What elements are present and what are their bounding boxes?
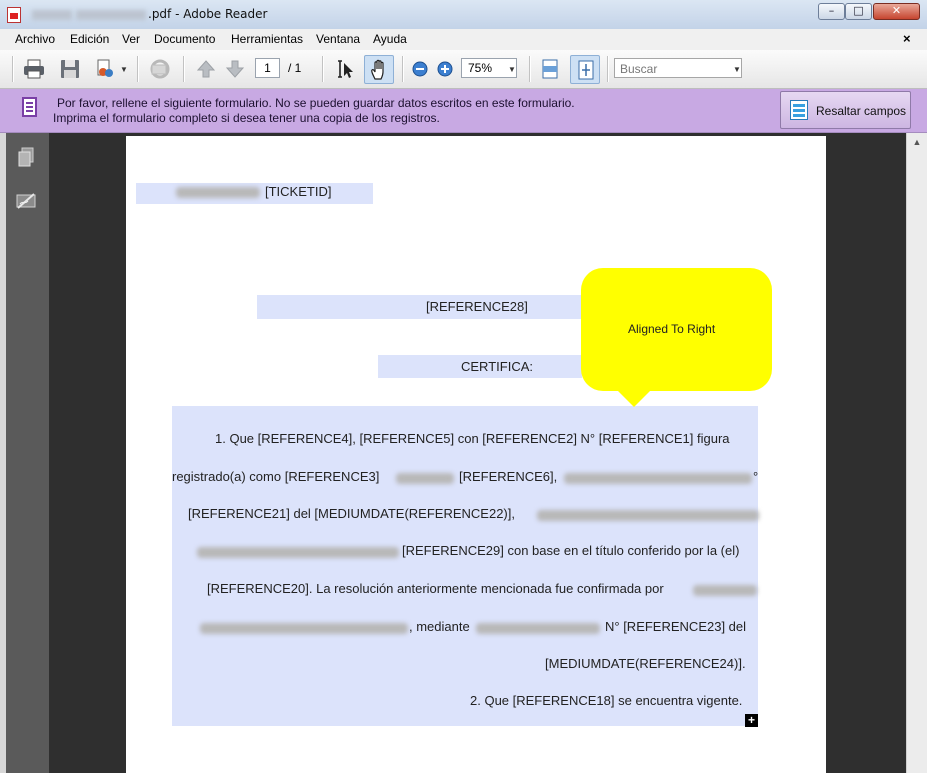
redacted-title bbox=[76, 9, 146, 20]
next-page-icon[interactable] bbox=[223, 57, 247, 81]
minimize-button[interactable]: – bbox=[818, 3, 845, 20]
toolbar-separator bbox=[529, 56, 531, 82]
field-overflow-expand-icon[interactable]: + bbox=[745, 714, 758, 727]
callout-text: Aligned To Right bbox=[628, 322, 716, 336]
toolbar-separator bbox=[322, 56, 324, 82]
save-icon[interactable] bbox=[58, 57, 82, 81]
body-line-6a: , mediante bbox=[409, 619, 470, 634]
maximize-button[interactable]: □ bbox=[845, 3, 872, 20]
body-line-5: [REFERENCE20]. La resolución anteriormen… bbox=[207, 581, 664, 596]
body-line-8: 2. Que [REFERENCE18] se encuentra vigent… bbox=[470, 693, 743, 708]
page-total: / 1 bbox=[288, 61, 302, 75]
fit-page-button[interactable] bbox=[570, 55, 600, 84]
scroll-up-arrow-icon[interactable]: ▲ bbox=[907, 137, 927, 149]
callout-pointer bbox=[617, 390, 651, 407]
certificate-body-field[interactable] bbox=[172, 406, 758, 726]
toolbar-grip bbox=[12, 56, 14, 82]
search-placeholder: Buscar bbox=[620, 62, 658, 76]
menu-ver[interactable]: Ver bbox=[122, 32, 140, 46]
toolbar: ▼ 1 / 1 75% ▼ Buscar ▼ bbox=[0, 50, 927, 89]
toolbar-separator bbox=[137, 56, 139, 82]
ticket-id-value: [TICKETID] bbox=[265, 184, 332, 199]
menu-ventana[interactable]: Ventana bbox=[316, 32, 360, 46]
body-line-7: [MEDIUMDATE(REFERENCE24)]. bbox=[545, 656, 746, 671]
previous-page-icon[interactable] bbox=[194, 57, 218, 81]
body-line-6b: N° [REFERENCE23] del bbox=[605, 619, 747, 634]
body-line-2a: registrado(a) como [REFERENCE3] bbox=[172, 469, 380, 484]
redacted-text bbox=[176, 187, 260, 198]
fit-page-icon bbox=[578, 60, 594, 80]
menu-herramientas[interactable]: Herramientas bbox=[231, 32, 303, 46]
title-bar: .pdf - Adobe Reader – □ ✕ bbox=[0, 0, 927, 30]
reference28-field[interactable] bbox=[257, 295, 582, 319]
fit-width-icon[interactable] bbox=[538, 57, 562, 81]
navigation-pane-edge bbox=[0, 133, 6, 773]
body-line-2b: [REFERENCE6], bbox=[459, 469, 558, 484]
zoom-out-icon[interactable] bbox=[412, 61, 428, 77]
highlight-fields-button[interactable]: Resaltar campos bbox=[780, 91, 911, 129]
navigation-pane bbox=[0, 133, 50, 773]
redacted-text bbox=[564, 473, 752, 484]
redacted-title bbox=[32, 9, 72, 20]
hand-tool-button[interactable] bbox=[364, 55, 394, 84]
redacted-text bbox=[396, 473, 454, 484]
vertical-scrollbar[interactable]: ▲ bbox=[906, 133, 927, 773]
menu-documento[interactable]: Documento bbox=[154, 32, 215, 46]
form-message-line1: Por favor, rellene el siguiente formular… bbox=[57, 96, 575, 110]
chevron-down-icon[interactable]: ▼ bbox=[733, 65, 741, 74]
redacted-text bbox=[537, 510, 759, 521]
email-icon bbox=[150, 59, 170, 79]
highlight-fields-label: Resaltar campos bbox=[816, 104, 907, 118]
form-message-line2: Imprima el formulario completo si desea … bbox=[53, 111, 440, 125]
toolbar-separator bbox=[183, 56, 185, 82]
redacted-text bbox=[693, 585, 757, 596]
menu-archivo[interactable]: Archivo bbox=[15, 32, 55, 46]
body-line-3: [REFERENCE21] del [MEDIUMDATE(REFERENCE2… bbox=[188, 506, 515, 521]
window-title-suffix: .pdf - Adobe Reader bbox=[148, 7, 268, 21]
menu-ayuda[interactable]: Ayuda bbox=[373, 32, 407, 46]
page-number-input[interactable]: 1 bbox=[255, 58, 280, 78]
pages-panel-icon[interactable] bbox=[15, 146, 37, 168]
form-icon bbox=[22, 97, 37, 117]
zoom-in-icon[interactable] bbox=[437, 61, 453, 77]
close-document-button[interactable]: × bbox=[903, 31, 911, 46]
close-window-button[interactable]: ✕ bbox=[873, 3, 920, 20]
chevron-down-icon[interactable]: ▼ bbox=[120, 65, 128, 74]
certifica-label: CERTIFICA: bbox=[461, 359, 533, 374]
adobe-reader-pdf-icon bbox=[7, 7, 21, 23]
redacted-text bbox=[200, 623, 408, 634]
toolbar-separator bbox=[402, 56, 404, 82]
collaborate-icon[interactable] bbox=[93, 57, 117, 81]
print-icon[interactable] bbox=[22, 57, 46, 81]
redacted-text bbox=[476, 623, 600, 634]
highlight-fields-icon bbox=[790, 100, 808, 120]
zoom-value: 75% bbox=[468, 61, 493, 75]
search-input[interactable]: Buscar bbox=[614, 58, 742, 78]
redacted-text bbox=[197, 547, 399, 558]
menu-bar: Archivo Edición Ver Documento Herramient… bbox=[0, 29, 927, 50]
hand-tool-icon bbox=[371, 59, 384, 80]
body-line-2c: ° bbox=[753, 469, 759, 484]
toolbar-separator bbox=[607, 56, 609, 82]
reference28-value: [REFERENCE28] bbox=[426, 299, 528, 314]
chevron-down-icon[interactable]: ▼ bbox=[508, 65, 516, 74]
signatures-panel-icon[interactable] bbox=[15, 190, 37, 212]
body-line-1: 1. Que [REFERENCE4], [REFERENCE5] con [R… bbox=[215, 431, 730, 446]
body-line-4: [REFERENCE29] con base en el título conf… bbox=[402, 543, 740, 558]
select-text-icon[interactable] bbox=[333, 57, 357, 81]
menu-edicion[interactable]: Edición bbox=[70, 32, 109, 46]
window-title: .pdf - Adobe Reader bbox=[30, 7, 267, 21]
